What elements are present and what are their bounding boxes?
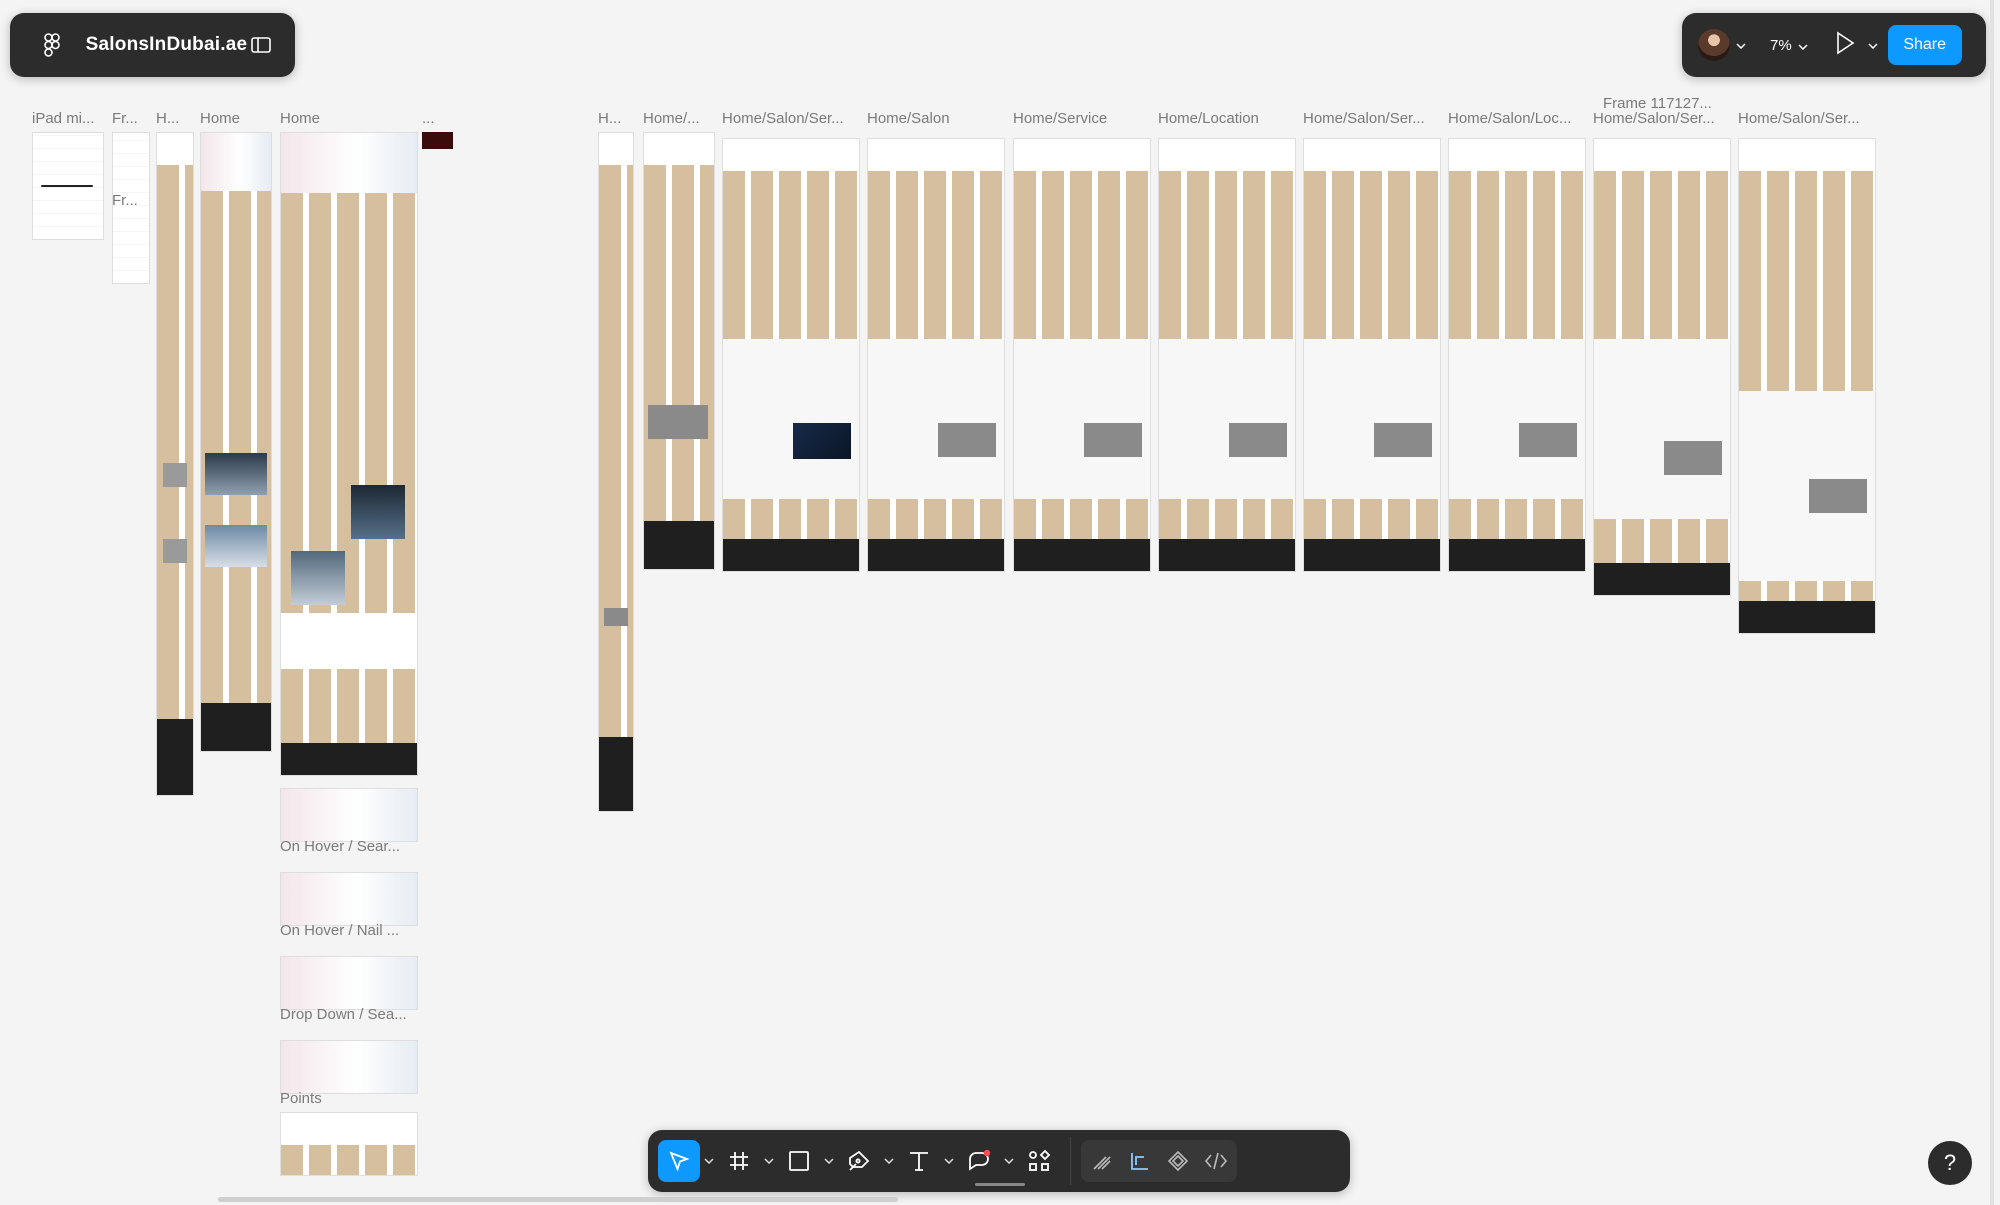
toolbar-indicator bbox=[975, 1183, 1025, 1186]
frame-home-salon-ser-2[interactable] bbox=[1303, 138, 1441, 572]
figma-logo-icon[interactable] bbox=[34, 27, 70, 63]
frame-label-h-2[interactable]: H... bbox=[598, 110, 628, 127]
zoom-control[interactable]: 7% bbox=[1770, 37, 1808, 54]
frame-label-home-salon-ser-2[interactable]: Home/Salon/Ser... bbox=[1303, 110, 1439, 127]
small-dark-frame[interactable] bbox=[422, 132, 453, 149]
frame-on-hover-nail[interactable] bbox=[280, 872, 418, 926]
file-name[interactable]: SalonsInDubai.ae bbox=[86, 34, 248, 56]
canvas[interactable]: iPad mi... Fr... H... Home Home ... H...… bbox=[0, 0, 2000, 1205]
frame-label-h-1[interactable]: H... bbox=[156, 110, 186, 127]
play-icon[interactable] bbox=[1834, 31, 1856, 60]
frame-h-mobile-1[interactable] bbox=[156, 132, 194, 796]
frame-home-salon-ser-3[interactable] bbox=[1738, 138, 1876, 634]
frame-hash-icon[interactable] bbox=[718, 1140, 760, 1182]
frame-label-home-2[interactable]: Home bbox=[280, 110, 340, 127]
frame-drop-down-search[interactable] bbox=[280, 956, 418, 1010]
frame-label-home-salon-ser-4[interactable]: Home/Salon/Ser... bbox=[1738, 110, 1878, 127]
frame-home-salon-loc[interactable] bbox=[1448, 138, 1586, 572]
frame-label-home-salon-ser-1[interactable]: Home/Salon/Ser... bbox=[722, 110, 858, 127]
frame-label-home-1[interactable]: Home bbox=[200, 110, 260, 127]
frame-sublabel-points[interactable]: Points bbox=[280, 1090, 410, 1107]
frame-label-fr-inline[interactable]: Fr... bbox=[112, 192, 142, 209]
component-diamond-icon[interactable] bbox=[1159, 1140, 1197, 1182]
toolbar-divider bbox=[1070, 1137, 1071, 1185]
chevron-down-icon[interactable] bbox=[940, 1140, 958, 1182]
sidebar-toggle-icon[interactable] bbox=[247, 31, 275, 59]
frame-sublabel-on-hover-nail[interactable]: On Hover / Nail ... bbox=[280, 922, 410, 939]
text-icon[interactable] bbox=[898, 1140, 940, 1182]
frame-sublabel-drop-down[interactable]: Drop Down / Sea... bbox=[280, 1006, 410, 1023]
frame-ipad-mini[interactable] bbox=[32, 132, 104, 240]
header-actions: 7% Share bbox=[1682, 13, 1986, 77]
chevron-down-icon bbox=[1798, 37, 1808, 54]
draw-mode-icon[interactable] bbox=[1083, 1140, 1121, 1182]
frame-home-tablet[interactable] bbox=[200, 132, 272, 752]
frame-bottom-preview[interactable] bbox=[280, 1112, 418, 1176]
share-button[interactable]: Share bbox=[1887, 25, 1962, 65]
frame-label-home-salon[interactable]: Home/Salon bbox=[867, 110, 1003, 127]
chevron-down-icon[interactable] bbox=[880, 1140, 898, 1182]
chevron-down-icon[interactable] bbox=[1736, 36, 1746, 54]
chevron-down-icon[interactable] bbox=[1000, 1140, 1018, 1182]
vertical-scrollbar[interactable] bbox=[1990, 0, 1994, 1205]
design-mode-icon[interactable] bbox=[1121, 1140, 1159, 1182]
frame-home-salon[interactable] bbox=[867, 138, 1005, 572]
frame-home-location[interactable] bbox=[1158, 138, 1296, 572]
chevron-down-icon[interactable] bbox=[760, 1140, 778, 1182]
frame-home-desktop[interactable] bbox=[280, 132, 418, 776]
mode-switcher bbox=[1081, 1140, 1237, 1182]
actions-grid-icon[interactable] bbox=[1018, 1140, 1060, 1182]
frame-label-home-salon-loc[interactable]: Home/Salon/Loc... bbox=[1448, 110, 1584, 127]
file-panel: SalonsInDubai.ae bbox=[10, 13, 295, 77]
avatar[interactable] bbox=[1698, 29, 1730, 61]
frame-label-ipad-mini[interactable]: iPad mi... bbox=[32, 110, 100, 127]
zoom-level: 7% bbox=[1770, 36, 1792, 54]
dev-mode-code-icon[interactable] bbox=[1197, 1140, 1235, 1182]
rectangle-icon[interactable] bbox=[778, 1140, 820, 1182]
move-cursor-icon[interactable] bbox=[658, 1140, 700, 1182]
horizontal-scrollbar[interactable] bbox=[218, 1197, 898, 1202]
frame-on-hover-search[interactable] bbox=[280, 788, 418, 842]
frame-home-service[interactable] bbox=[1013, 138, 1151, 572]
frame-label-fr[interactable]: Fr... bbox=[112, 110, 144, 127]
chevron-down-icon[interactable] bbox=[820, 1140, 838, 1182]
pen-icon[interactable] bbox=[838, 1140, 880, 1182]
frame-home-salon-ser-1[interactable] bbox=[722, 138, 860, 572]
shape-bubble-icon[interactable] bbox=[958, 1140, 1000, 1182]
frame-label-home-dot[interactable]: Home/... bbox=[643, 110, 707, 127]
frame-label-ellipsis[interactable]: ... bbox=[422, 110, 442, 127]
frame-sublabel-on-hover-search[interactable]: On Hover / Sear... bbox=[280, 838, 410, 855]
frame-points[interactable] bbox=[280, 1040, 418, 1094]
frame-h-mobile-2[interactable] bbox=[598, 132, 634, 812]
frame-label-home-location[interactable]: Home/Location bbox=[1158, 110, 1294, 127]
chevron-down-icon[interactable] bbox=[700, 1140, 718, 1182]
chevron-down-icon[interactable] bbox=[1868, 36, 1878, 54]
frame-home-mobile[interactable] bbox=[643, 132, 715, 570]
help-button[interactable]: ? bbox=[1928, 1141, 1972, 1185]
frame-label-home-salon-ser-3[interactable]: Home/Salon/Ser... bbox=[1593, 110, 1729, 127]
frame-label-home-service[interactable]: Home/Service bbox=[1013, 110, 1149, 127]
frame-117127[interactable] bbox=[1593, 138, 1731, 596]
